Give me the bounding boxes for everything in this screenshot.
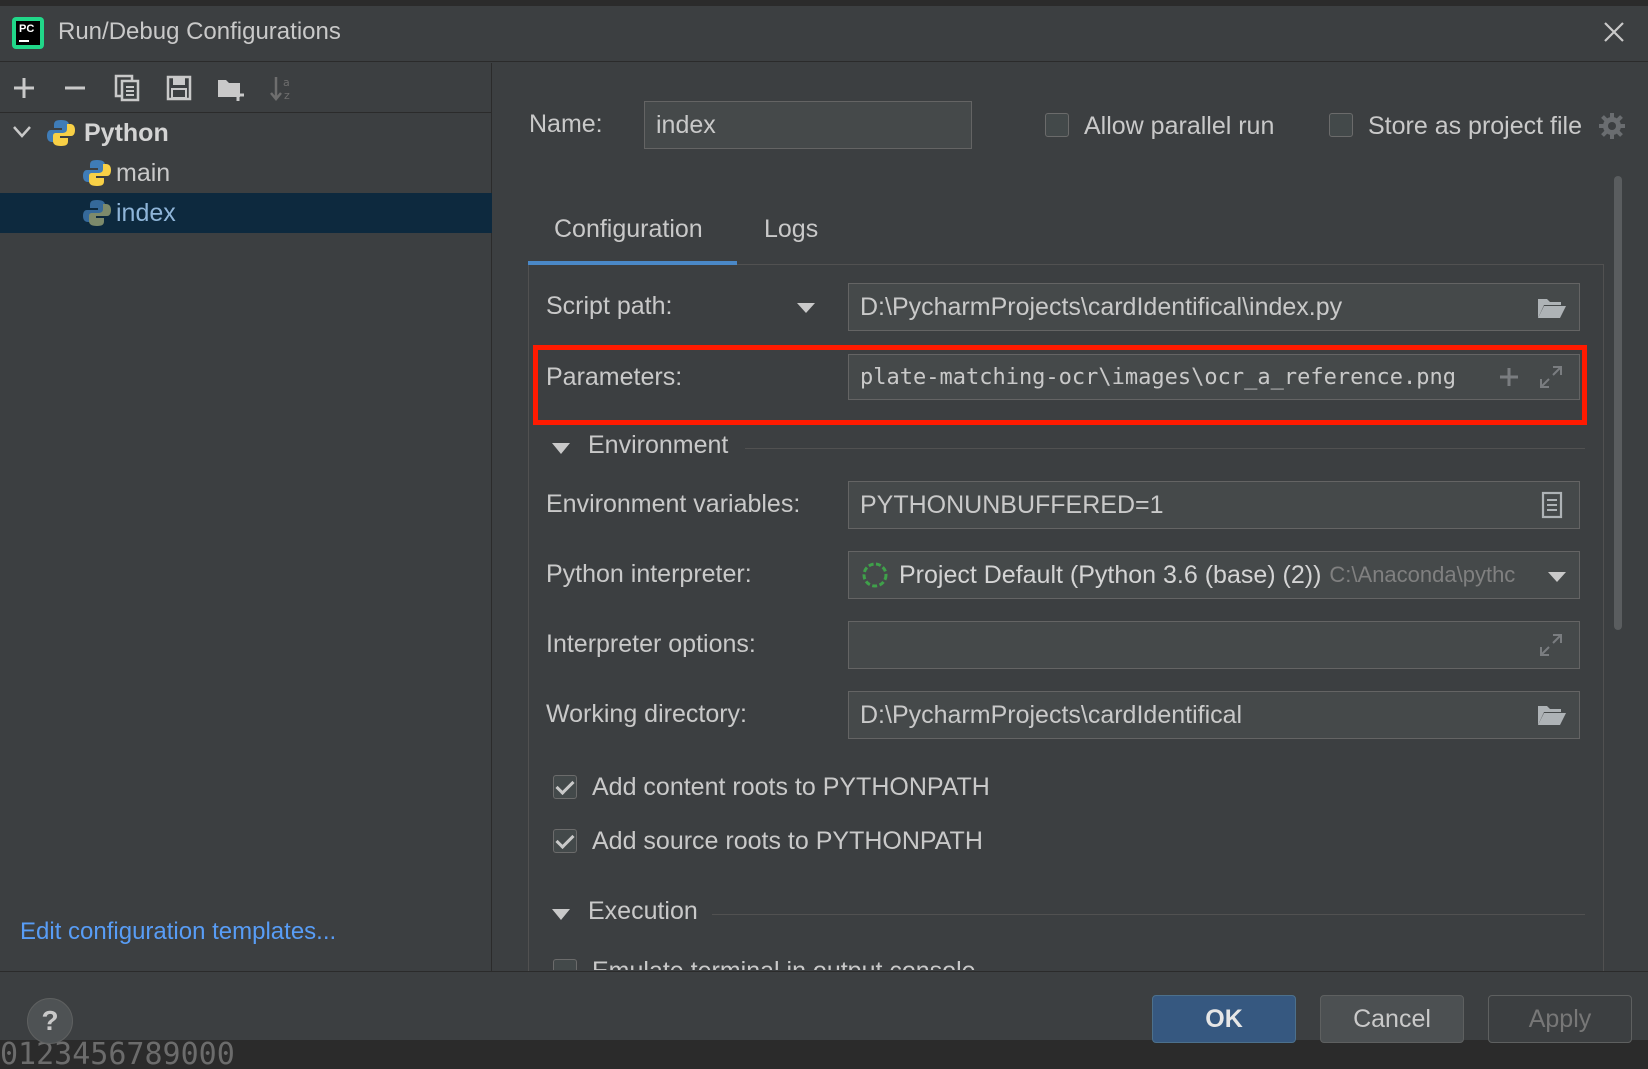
minus-icon[interactable] <box>57 70 93 106</box>
interpreter-label: Python interpreter: <box>546 560 752 588</box>
plus-icon[interactable] <box>6 70 42 106</box>
loading-spinner-icon <box>861 561 889 589</box>
tab-logs[interactable]: Logs <box>764 215 818 244</box>
interpreter-select[interactable]: Project Default (Python 3.6 (base) (2)) … <box>848 551 1580 599</box>
emulate-terminal-label: Emulate terminal in output console <box>592 957 976 970</box>
expand-icon[interactable] <box>1539 633 1563 657</box>
tree-item-index[interactable]: index <box>0 193 492 233</box>
script-path-value: D:\PycharmProjects\cardIdentifical\index… <box>860 292 1343 321</box>
clipped-row-viewport: Emulate terminal in output console <box>540 955 1600 970</box>
interpreter-options-input[interactable] <box>848 621 1580 669</box>
python-icon <box>83 160 111 186</box>
collapse-triangle-icon[interactable] <box>552 909 570 920</box>
tree-group-python[interactable]: Python <box>0 113 492 153</box>
cancel-button[interactable]: Cancel <box>1320 995 1464 1043</box>
copy-icon[interactable] <box>109 70 145 106</box>
caret-down-icon[interactable] <box>1547 569 1567 583</box>
save-icon[interactable] <box>161 70 197 106</box>
section-divider <box>745 448 1585 449</box>
store-as-project-label: Store as project file <box>1368 112 1582 140</box>
script-path-mode-dropdown[interactable] <box>796 300 816 314</box>
svg-text:z: z <box>284 89 290 102</box>
allow-parallel-label: Allow parallel run <box>1084 112 1275 140</box>
name-label: Name: <box>529 110 603 138</box>
content-roots-label: Add content roots to PYTHONPATH <box>592 773 990 801</box>
name-input[interactable]: index <box>644 101 972 149</box>
execution-section-title: Execution <box>588 897 698 925</box>
source-roots-checkbox[interactable] <box>553 829 577 853</box>
working-directory-label: Working directory: <box>546 700 747 728</box>
annotation-highlight-box <box>533 345 1587 425</box>
apply-button[interactable]: Apply <box>1488 995 1632 1043</box>
interpreter-value: Project Default (Python 3.6 (base) (2)) <box>899 560 1322 589</box>
script-path-label: Script path: <box>546 292 673 320</box>
env-vars-input[interactable]: PYTHONUNBUFFERED=1 <box>848 481 1580 529</box>
content-roots-checkbox[interactable] <box>553 775 577 799</box>
emulate-terminal-checkbox[interactable] <box>553 959 577 970</box>
caret-down-icon <box>797 303 815 313</box>
sort-alpha-icon[interactable]: az <box>265 70 301 106</box>
new-folder-icon[interactable] <box>213 70 249 106</box>
folder-open-icon[interactable] <box>1537 296 1567 320</box>
env-vars-label: Environment variables: <box>546 490 801 518</box>
allow-parallel-checkbox[interactable] <box>1045 113 1069 137</box>
help-button[interactable]: ? <box>27 998 73 1044</box>
environment-section-title: Environment <box>588 431 729 459</box>
gear-icon[interactable] <box>1598 112 1626 140</box>
tree-item-label: index <box>116 199 176 227</box>
close-icon[interactable] <box>1600 18 1628 46</box>
interpreter-path: C:\Anaconda\pythc <box>1329 562 1516 587</box>
tab-configuration[interactable]: Configuration <box>554 215 703 244</box>
svg-text:a: a <box>283 76 290 89</box>
ok-button[interactable]: OK <box>1152 995 1296 1043</box>
chevron-down-icon <box>13 126 31 138</box>
backdrop-editor-text: 0123456789000 <box>0 1040 235 1069</box>
pycharm-app-icon: PC <box>12 17 44 49</box>
folder-open-icon[interactable] <box>1537 703 1567 727</box>
edit-list-icon[interactable] <box>1541 491 1563 519</box>
window-title: Run/Debug Configurations <box>58 18 341 45</box>
script-path-input[interactable]: D:\PycharmProjects\cardIdentifical\index… <box>848 283 1580 331</box>
tree-item-main[interactable]: main <box>0 153 492 193</box>
backdrop-editor-strip-bottom <box>0 1040 1648 1069</box>
store-as-project-checkbox[interactable] <box>1329 113 1353 137</box>
source-roots-label: Add source roots to PYTHONPATH <box>592 827 983 855</box>
python-icon <box>83 200 111 226</box>
collapse-triangle-icon[interactable] <box>552 443 570 454</box>
edit-templates-link[interactable]: Edit configuration templates... <box>20 918 336 946</box>
working-directory-value: D:\PycharmProjects\cardIdentifical <box>860 700 1243 729</box>
scrollbar-thumb[interactable] <box>1614 176 1622 630</box>
section-divider <box>712 914 1585 915</box>
working-directory-input[interactable]: D:\PycharmProjects\cardIdentifical <box>848 691 1580 739</box>
tree-group-label: Python <box>84 119 169 147</box>
env-vars-value: PYTHONUNBUFFERED=1 <box>860 490 1164 519</box>
tree-item-label: main <box>116 159 171 187</box>
python-icon <box>47 120 75 146</box>
interpreter-options-label: Interpreter options: <box>546 630 756 658</box>
